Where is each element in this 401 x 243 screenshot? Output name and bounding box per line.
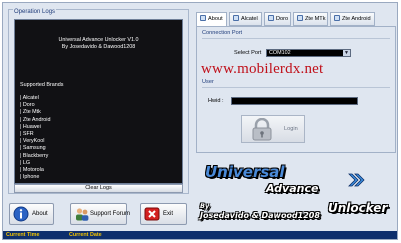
about-tab-panel: Connection Port Select Port COM102 ▼ www… [196, 26, 396, 153]
brand-item: | Zte Android [20, 116, 51, 123]
supported-brands-title: Supported Brands [20, 82, 64, 88]
user-group-label: User [202, 79, 214, 85]
user-divider [202, 87, 390, 88]
logo-word-unlocker: Unlocker [328, 201, 388, 215]
tab-zte-mtk-icon [297, 15, 303, 21]
exit-button[interactable]: Exit [140, 203, 187, 225]
brand-item: | Huawei [20, 123, 41, 130]
brand-item: | VeryKool [20, 138, 45, 145]
tab-zte-mtk[interactable]: Zte MTk [293, 12, 328, 26]
operation-logs-panel: Operation Logs Universal Advance Unlocke… [8, 9, 189, 194]
brand-item: | Doro [20, 102, 35, 109]
main-window: Operation Logs Universal Advance Unlocke… [2, 2, 398, 240]
logo-word-advance: Advance [266, 182, 319, 195]
hwid-label: Hwid : [208, 98, 224, 104]
people-icon [76, 208, 89, 221]
hwid-field[interactable] [231, 97, 358, 105]
tab-about-icon [200, 15, 206, 21]
tab-about[interactable]: About [196, 12, 227, 27]
tab-doro[interactable]: Doro [264, 12, 291, 26]
operation-logs-title: Operation Logs [13, 9, 57, 15]
brand-item: | Zte Mtk [20, 109, 41, 116]
support-forum-button-label: Support Forum [90, 211, 131, 217]
brand-item: | Motorola [20, 166, 44, 173]
tab-about-label: About [208, 16, 223, 22]
exit-button-label: Exit [163, 211, 174, 217]
info-icon [13, 206, 29, 222]
login-button[interactable]: Login [241, 115, 305, 143]
clear-logs-button[interactable]: Clear Logs [14, 184, 183, 193]
chevron-down-icon[interactable]: ▼ [343, 50, 350, 56]
port-select[interactable]: COM102 ▼ [266, 49, 351, 57]
log-output[interactable]: Universal Advance Unlocker V1.0 By Josed… [14, 19, 183, 184]
log-header-title: Universal Advance Unlocker V1.0 [58, 37, 139, 43]
select-port-label: Select Port [234, 50, 262, 56]
tab-doro-icon [268, 15, 274, 21]
status-bar: Current Time Current Date [3, 231, 397, 239]
tab-zte-mtk-label: Zte MTk [305, 16, 326, 22]
tab-alcatel[interactable]: Alcatel [229, 12, 262, 26]
current-date-label: Current Date [69, 232, 102, 238]
log-header-authors: By Josedavido & Dawood1208 [61, 43, 136, 50]
login-button-label: Login [284, 126, 298, 132]
logo-authors: Josedavido & Dawood1208 [200, 211, 320, 220]
tab-zte-android-icon [334, 15, 340, 21]
tab-doro-label: Doro [276, 16, 289, 22]
logo-by: By [200, 202, 210, 210]
tab-zte-android-label: Zte Android [342, 16, 371, 22]
brand-item: | SFR [20, 130, 34, 137]
port-select-value: COM102 [269, 50, 291, 56]
support-forum-button[interactable]: Support Forum [70, 203, 131, 225]
connection-port-label: Connection Port [202, 30, 243, 36]
brand-item: | Iphone [20, 174, 40, 181]
brand-item: | Blackberry [20, 152, 49, 159]
tab-zte-android[interactable]: Zte Android [330, 12, 375, 26]
logo-word-universal: Universal [205, 163, 285, 181]
padlock-icon [252, 118, 272, 141]
current-time-label: Current Time [6, 232, 40, 238]
tab-alcatel-icon [233, 15, 239, 21]
exit-icon [144, 207, 160, 221]
about-button[interactable]: About [9, 203, 54, 225]
tab-alcatel-label: Alcatel [241, 16, 258, 22]
supported-brands-list: | Alcatel | Doro | Zte Mtk | Zte Android… [20, 95, 50, 181]
brand-item: | LG [20, 159, 31, 166]
brand-item: | Samsung [20, 145, 46, 152]
about-button-label: About [32, 211, 48, 217]
watermark-url: www.mobilerdx.net [201, 61, 324, 77]
connection-divider [202, 38, 390, 39]
double-chevron-right-icon [348, 173, 365, 187]
brand-item: | Alcatel [20, 95, 39, 101]
log-header: Universal Advance Unlocker V1.0 By Josed… [15, 37, 182, 51]
